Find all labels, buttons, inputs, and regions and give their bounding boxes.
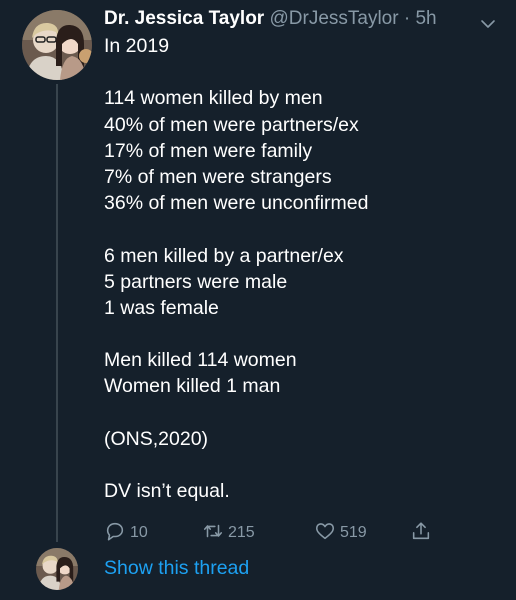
reply-icon	[104, 520, 126, 547]
tweet-line-break	[104, 321, 494, 347]
tweet-line: (ONS,2020)	[104, 427, 209, 450]
heart-icon	[314, 520, 336, 547]
tweet-line: 40% of men were partners/ex	[104, 113, 359, 136]
tweet-line: 1 was female	[104, 296, 219, 319]
tweet-line-break	[104, 216, 494, 242]
reply-button[interactable]: 10	[104, 518, 148, 548]
tweet-actions: 10 215 519	[104, 518, 444, 548]
share-button[interactable]	[410, 518, 432, 548]
tweet-line: 114 women killed by men	[104, 87, 323, 110]
tweet-text: In 2019 114 women killed by men 40% of m…	[104, 33, 494, 504]
tweet-line-break	[104, 400, 494, 426]
reply-count: 10	[130, 524, 148, 541]
avatar-photo	[22, 10, 92, 80]
retweet-icon	[202, 520, 224, 547]
thread-connector-line	[56, 84, 58, 542]
author-avatar[interactable]	[22, 10, 92, 80]
tweet-line: Women killed 1 man	[104, 375, 281, 398]
like-count: 519	[340, 524, 367, 541]
share-icon	[410, 520, 432, 547]
tweet-line: 17% of men were family	[104, 139, 313, 162]
show-thread-link[interactable]: Show this thread	[104, 554, 249, 582]
tweet-line: In 2019	[104, 35, 170, 57]
author-name[interactable]: Dr. Jessica Taylor	[104, 8, 264, 29]
tweet-line: DV isn’t equal.	[104, 480, 230, 503]
tweet-line: 6 men killed by a partner/ex	[104, 244, 344, 267]
tweet-line-break	[104, 59, 494, 85]
tweet-line-break	[104, 452, 494, 478]
thread-avatar[interactable]	[36, 548, 78, 590]
author-handle[interactable]: @DrJessTaylor	[269, 8, 398, 29]
tweet-line: 36% of men were unconfirmed	[104, 192, 369, 215]
avatar-photo	[36, 548, 78, 590]
separator-dot: ·	[403, 8, 411, 29]
tweet-header: Dr. Jessica Taylor @DrJessTaylor · 5h	[104, 6, 496, 32]
retweet-button[interactable]: 215	[202, 518, 255, 548]
like-button[interactable]: 519	[314, 518, 367, 548]
chevron-down-icon[interactable]	[480, 12, 496, 28]
tweet-line: 7% of men were strangers	[104, 165, 332, 188]
retweet-count: 215	[228, 524, 255, 541]
tweet-line: 5 partners were male	[104, 270, 288, 293]
tweet-time[interactable]: 5h	[415, 8, 436, 29]
tweet-line: Men killed 114 women	[104, 349, 297, 372]
